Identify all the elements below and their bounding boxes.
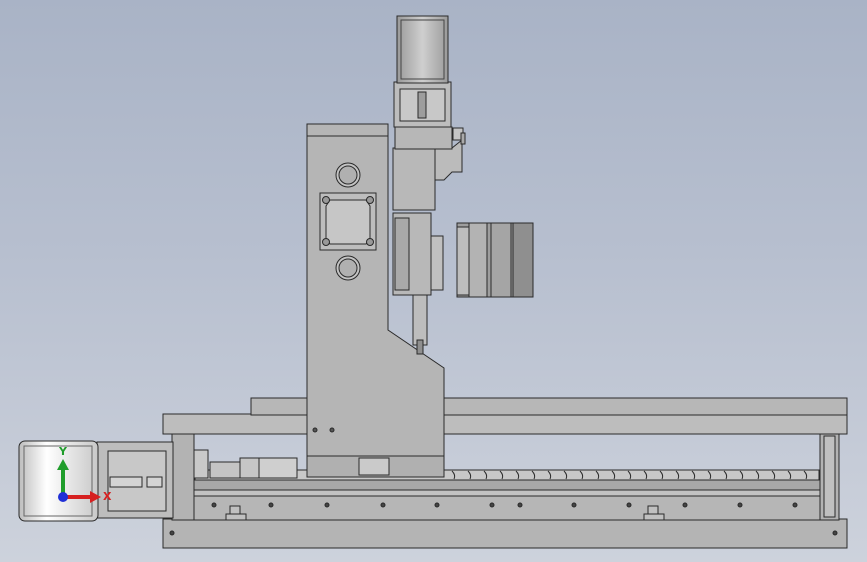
- triad-x-label: X: [103, 490, 112, 503]
- cnc-machine-model[interactable]: Y X: [0, 0, 867, 562]
- z-carriage-upper: [392, 147, 436, 211]
- spindle-shaft: [412, 294, 428, 346]
- left-support: [171, 432, 195, 521]
- top-beam: [162, 413, 848, 435]
- right-support-face: [823, 435, 836, 518]
- lead-nut: [258, 457, 298, 479]
- base-rail-mid-strip: [192, 489, 822, 497]
- z-stepper-motor: [396, 15, 449, 84]
- coupler: [109, 476, 143, 488]
- triad-y-label: Y: [58, 445, 68, 458]
- cad-viewport[interactable]: Y X: [0, 0, 867, 562]
- base-plate: [162, 518, 848, 549]
- column-foot-plate: [358, 457, 390, 476]
